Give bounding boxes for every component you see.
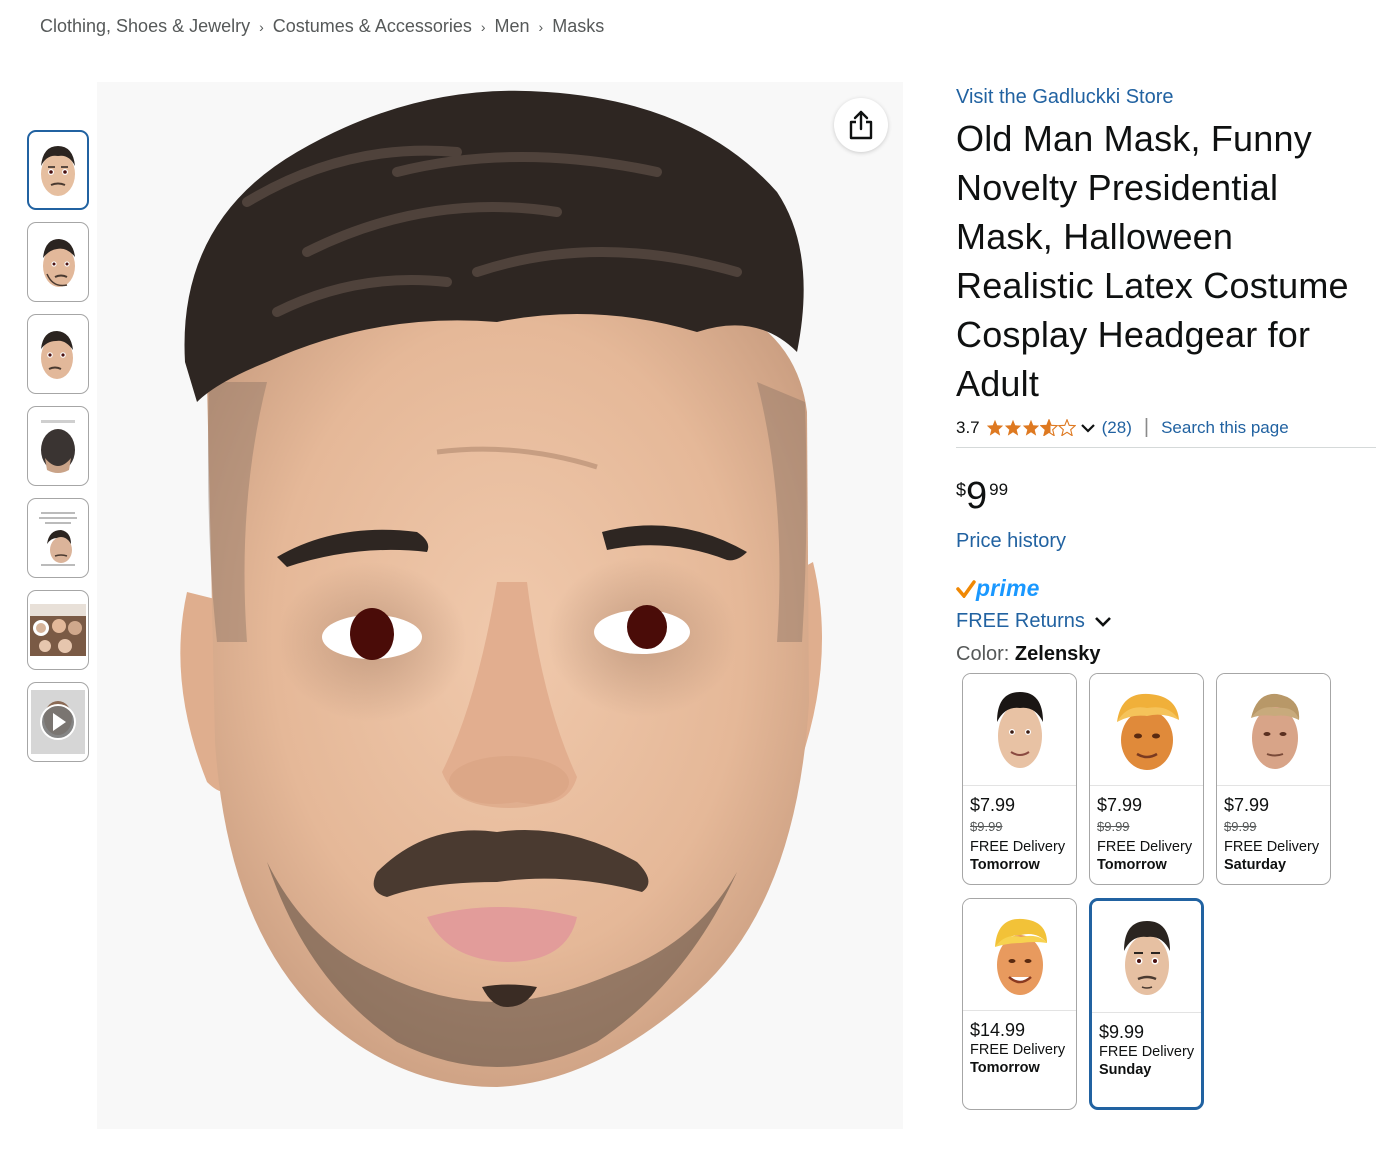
swatch-option-3[interactable]: $7.99 $9.99 FREE Delivery Saturday [1216, 673, 1331, 885]
color-selection: Color: Zelensky [956, 643, 1378, 666]
product-title: Old Man Mask, Funny Novelty Presidential… [956, 118, 1349, 404]
free-returns-toggle[interactable]: FREE Returns [956, 610, 1378, 633]
share-button[interactable] [834, 98, 888, 152]
blonde-mask-icon [994, 918, 1047, 995]
swatch-old-price: $9.99 [1097, 819, 1130, 834]
breadcrumb-clothing[interactable]: Clothing, Shoes & Jewelry [40, 16, 250, 37]
swatch-delivery-day: Tomorrow [970, 1060, 1040, 1076]
thumbnail-1[interactable] [27, 130, 89, 210]
zelensky-mask-icon [1123, 920, 1170, 995]
video-play-thumbnail-icon [31, 690, 85, 754]
chevron-down-icon [1095, 616, 1111, 627]
thumbnail-2[interactable] [27, 222, 89, 302]
swatch-option-1[interactable]: $7.99 $9.99 FREE Delivery Tomorrow [962, 673, 1077, 885]
color-label: Color: [956, 643, 1010, 665]
breadcrumb-masks[interactable]: Masks [552, 16, 604, 37]
breadcrumb-separator: › [259, 18, 264, 35]
product-info-panel: Visit the Gadluckki Store Old Man Mask, … [956, 84, 1378, 666]
swatch-price: $7.99 [1224, 795, 1270, 815]
price-fraction: 99 [989, 480, 1009, 499]
face-thumbnail-side-icon [43, 239, 75, 287]
breadcrumb-separator: › [538, 18, 544, 35]
face-thumbnail-angle-icon [41, 331, 73, 379]
swatch-price: $7.99 [970, 795, 1016, 815]
color-value: Zelensky [1014, 643, 1101, 665]
half-star-icon [1039, 419, 1058, 436]
thumbnail-4[interactable] [27, 406, 89, 486]
swatch-price: $7.99 [1097, 795, 1143, 815]
swatch-delivery: FREE Delivery [1224, 839, 1320, 855]
prime-check-icon [956, 579, 976, 598]
breadcrumb-men[interactable]: Men [495, 16, 530, 37]
swatch-delivery-day: Saturday [1224, 857, 1287, 873]
swatch-option-5[interactable]: $9.99 FREE Delivery Sunday [1089, 898, 1204, 1110]
star-icon [1022, 419, 1039, 436]
breadcrumb-costumes[interactable]: Costumes & Accessories [273, 16, 472, 37]
star-rating[interactable] [986, 419, 1076, 436]
free-returns-label: FREE Returns [956, 610, 1085, 632]
price-symbol: $ [956, 480, 967, 500]
breadcrumb: Clothing, Shoes & Jewelry › Costumes & A… [40, 16, 604, 37]
price-history-link[interactable]: Price history [956, 530, 1378, 553]
rating-value: 3.7 [956, 417, 980, 437]
latex-mask-face-image [97, 82, 903, 1129]
price: $ 9 99 [956, 476, 1378, 516]
search-this-page-link[interactable]: Search this page [1161, 418, 1289, 438]
swatch-option-2[interactable]: $7.99 $9.99 FREE Delivery Tomorrow [1089, 673, 1204, 885]
rating-row: 3.7 (28) | Search this page [956, 416, 1376, 448]
review-count-link[interactable]: (28) [1102, 418, 1132, 438]
face-thumbnail-front-icon [41, 146, 75, 196]
thumbnail-3[interactable] [27, 314, 89, 394]
swatch-delivery: FREE Delivery [1097, 839, 1193, 855]
orange-mask-icon [1116, 693, 1179, 770]
swatch-price: $9.99 [1099, 1022, 1145, 1042]
chevron-down-icon[interactable] [1080, 422, 1096, 434]
collage-thumbnail-icon [30, 604, 86, 656]
prime-label: prime [976, 575, 1040, 601]
thumbnail-6[interactable] [27, 590, 89, 670]
share-icon [849, 110, 873, 140]
dark-hair-mask-icon [996, 691, 1043, 768]
swatch-delivery: FREE Delivery [1099, 1044, 1195, 1060]
back-of-head-thumbnail-icon [41, 420, 75, 473]
breadcrumb-separator: › [480, 18, 486, 35]
swatch-delivery-day: Sunday [1099, 1062, 1152, 1078]
old-man-mask-icon [1250, 693, 1299, 769]
star-icon [1004, 419, 1021, 436]
swatch-delivery-day: Tomorrow [1097, 857, 1167, 873]
swatch-delivery: FREE Delivery [970, 839, 1066, 855]
thumbnail-5[interactable] [27, 498, 89, 578]
swatch-old-price: $9.99 [1224, 819, 1257, 834]
swatch-old-price: $9.99 [970, 819, 1003, 834]
empty-star-icon [1057, 419, 1076, 436]
price-whole: 9 [966, 475, 988, 517]
swatch-price: $14.99 [970, 1020, 1026, 1040]
swatch-delivery: FREE Delivery [970, 1042, 1066, 1058]
prime-badge: prime [956, 575, 1378, 602]
star-icon [986, 419, 1003, 436]
thumbnail-7[interactable] [27, 682, 89, 762]
thumbnail-strip [27, 130, 89, 774]
size-chart-thumbnail-icon [39, 512, 77, 566]
main-product-image[interactable] [97, 82, 903, 1129]
divider: | [1143, 416, 1150, 438]
swatch-delivery-day: Tomorrow [970, 857, 1040, 873]
swatch-option-4[interactable]: $14.99 FREE Delivery Tomorrow [962, 898, 1077, 1110]
store-link[interactable]: Visit the Gadluckki Store [956, 84, 1378, 110]
